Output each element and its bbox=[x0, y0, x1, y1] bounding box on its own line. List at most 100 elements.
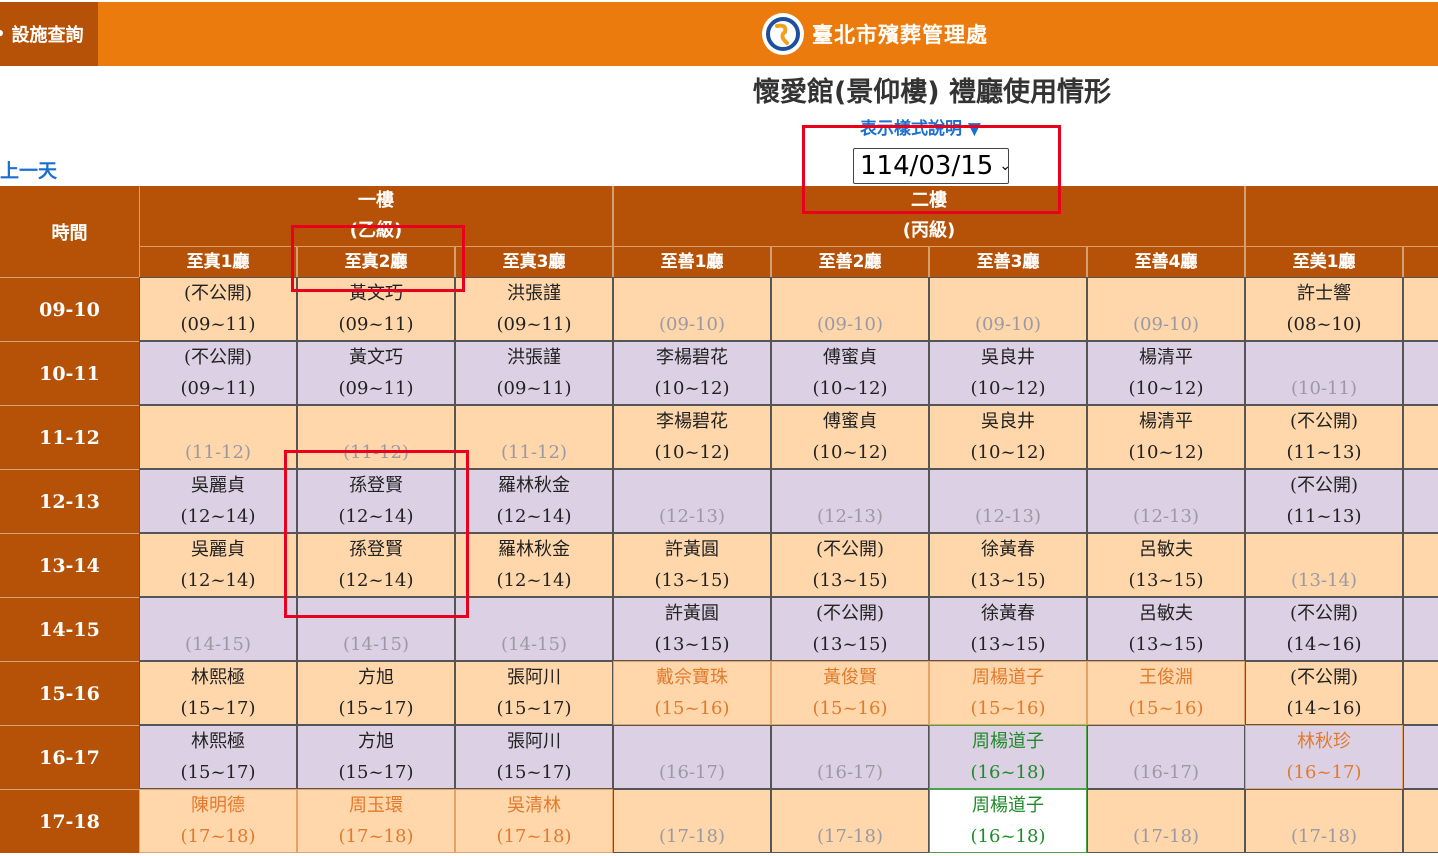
booking-cell[interactable]: 吳麗貞 (12~14) bbox=[139, 469, 297, 533]
empty-slot-cell[interactable]: (11-12) bbox=[455, 405, 613, 469]
booking-name: 許黃圓 bbox=[665, 603, 719, 624]
floor-header-2: 二樓 (丙級) bbox=[613, 186, 1245, 246]
empty-slot-cell[interactable]: (09-10) bbox=[613, 277, 771, 341]
empty-slot-cell[interactable]: (12-13) bbox=[929, 469, 1087, 533]
booking-cell[interactable]: 周玉環 (17~18) bbox=[297, 789, 455, 853]
empty-slot-cell[interactable]: (13-14) bbox=[1245, 533, 1403, 597]
booking-cell[interactable]: 傅蜜貞 (10~12) bbox=[771, 341, 929, 405]
booking-cell[interactable]: 羅林秋金 (12~14) bbox=[455, 469, 613, 533]
booking-cell[interactable]: 黃文巧 (09~11) bbox=[297, 341, 455, 405]
booking-name bbox=[1088, 790, 1244, 821]
booking-cell[interactable]: (不公開) (11~13) bbox=[1245, 405, 1403, 469]
booking-cell[interactable]: 王俊淵 (15~16) bbox=[1087, 661, 1245, 725]
empty-slot-cell[interactable]: (11-12) bbox=[297, 405, 455, 469]
booking-name bbox=[772, 790, 928, 821]
booking-cell[interactable]: 方旭 (15~17) bbox=[297, 725, 455, 789]
booking-cell[interactable]: 陳明德 (17~18) bbox=[139, 789, 297, 853]
hall-header: 至真1廳 bbox=[139, 246, 297, 277]
empty-slot-cell[interactable]: (12-13) bbox=[771, 469, 929, 533]
floor-name: 一樓 bbox=[358, 190, 394, 211]
empty-slot-cell[interactable]: (09-10) bbox=[771, 277, 929, 341]
hall-header: 至真3廳 bbox=[455, 246, 613, 277]
booking-name: 徐黃春 bbox=[981, 603, 1035, 624]
booking-cell[interactable]: 徐黃春 (13~15) bbox=[929, 533, 1087, 597]
booking-cell[interactable]: (不公開) (14~16) bbox=[1245, 597, 1403, 661]
booking-cell[interactable]: 徐黃春 (13~15) bbox=[929, 597, 1087, 661]
booking-cell[interactable]: 吳良井 (10~12) bbox=[929, 405, 1087, 469]
booking-name: 吳麗貞 bbox=[191, 539, 245, 560]
booking-cell[interactable]: 羅林秋金 (12~14) bbox=[455, 533, 613, 597]
date-select[interactable]: 114/03/15 ⌄ bbox=[853, 148, 1011, 184]
booking-cell[interactable]: 吳良井 (10~12) bbox=[929, 341, 1087, 405]
booking-cell[interactable]: 許黃圓 (13~15) bbox=[613, 533, 771, 597]
booking-time-range: (14-15) bbox=[501, 634, 567, 655]
empty-slot-cell[interactable]: (17-18) bbox=[1245, 789, 1403, 853]
empty-slot-cell[interactable]: (14-15) bbox=[139, 597, 297, 661]
booking-cell[interactable]: 李楊碧花 (10~12) bbox=[613, 341, 771, 405]
booking-time-range: (12-13) bbox=[975, 506, 1041, 527]
booking-name: 許黃圓 bbox=[665, 539, 719, 560]
empty-slot-cell[interactable]: (16-17) bbox=[613, 725, 771, 789]
booking-cell[interactable]: 楊清平 (10~12) bbox=[1087, 341, 1245, 405]
booking-time-range: (11-12) bbox=[501, 442, 567, 463]
booking-cell[interactable]: 李楊碧花 (10~12) bbox=[613, 405, 771, 469]
booking-name bbox=[298, 598, 454, 629]
booking-cell[interactable]: 林秋珍 (16~17) bbox=[1245, 725, 1403, 789]
booking-cell[interactable]: (不公開) (13~15) bbox=[771, 533, 929, 597]
booking-cell[interactable]: (不公開) (13~15) bbox=[771, 597, 929, 661]
booking-name: 羅林秋金 bbox=[498, 539, 570, 560]
booking-cell[interactable]: 洪張謹 (09~11) bbox=[455, 341, 613, 405]
facility-query-button[interactable]: • 設施查詢 bbox=[0, 2, 98, 66]
booking-cell[interactable]: 呂敏夫 (13~15) bbox=[1087, 597, 1245, 661]
empty-slot-cell[interactable]: (09-10) bbox=[1087, 277, 1245, 341]
booking-time-range: (11-12) bbox=[185, 442, 251, 463]
empty-slot-cell[interactable]: (17-18) bbox=[1087, 789, 1245, 853]
booking-cell[interactable]: 戴佘寶珠 (15~16) bbox=[613, 661, 771, 725]
booking-name bbox=[930, 470, 1086, 501]
booking-cell[interactable]: (不公開) (09~11) bbox=[139, 341, 297, 405]
booking-cell[interactable]: (不公開) (09~11) bbox=[139, 277, 297, 341]
booking-cell[interactable]: 林熙極 (15~17) bbox=[139, 725, 297, 789]
booking-cell[interactable]: 許士響 (08~10) bbox=[1245, 277, 1403, 341]
booking-cell[interactable]: 張阿川 (15~17) bbox=[455, 661, 613, 725]
booking-cell[interactable]: 方旭 (15~17) bbox=[297, 661, 455, 725]
booking-cell[interactable]: 林熙極 (15~17) bbox=[139, 661, 297, 725]
booking-cell[interactable]: 黃文巧 (09~11) bbox=[297, 277, 455, 341]
booking-cell[interactable]: 許黃圓 (13~15) bbox=[613, 597, 771, 661]
booking-cell[interactable]: 楊清平 (10~12) bbox=[1087, 405, 1245, 469]
empty-slot-cell[interactable]: (11-12) bbox=[139, 405, 297, 469]
booking-cell[interactable]: 周楊道子 (16~18) bbox=[929, 725, 1087, 789]
booking-cell[interactable]: 孫登賢 (12~14) bbox=[297, 533, 455, 597]
empty-slot-cell[interactable]: (17-18) bbox=[771, 789, 929, 853]
empty-slot-cell[interactable]: (14-15) bbox=[455, 597, 613, 661]
empty-slot-cell[interactable]: (17-18) bbox=[613, 789, 771, 853]
booking-time-range: (15~17) bbox=[180, 762, 256, 783]
previous-day-link[interactable]: 上一天 bbox=[0, 156, 57, 183]
offscreen-cell bbox=[1403, 277, 1438, 341]
booking-name: 李楊碧花 bbox=[656, 411, 728, 432]
booking-name: 林熙極 bbox=[191, 667, 245, 688]
booking-cell[interactable]: 洪張謹 (09~11) bbox=[455, 277, 613, 341]
booking-cell[interactable]: 吳麗貞 (12~14) bbox=[139, 533, 297, 597]
empty-slot-cell[interactable]: (16-17) bbox=[771, 725, 929, 789]
empty-slot-cell[interactable]: (12-13) bbox=[1087, 469, 1245, 533]
booking-cell[interactable]: 傅蜜貞 (10~12) bbox=[771, 405, 929, 469]
booking-cell[interactable]: 呂敏夫 (13~15) bbox=[1087, 533, 1245, 597]
booking-cell[interactable]: 周楊道子 (15~16) bbox=[929, 661, 1087, 725]
booking-cell[interactable]: (不公開) (14~16) bbox=[1245, 661, 1403, 725]
booking-cell[interactable]: 張阿川 (15~17) bbox=[455, 725, 613, 789]
booking-cell[interactable]: 黃俊賢 (15~16) bbox=[771, 661, 929, 725]
booking-cell[interactable]: 吳清林 (17~18) bbox=[455, 789, 613, 853]
empty-slot-cell[interactable]: (12-13) bbox=[613, 469, 771, 533]
empty-slot-cell[interactable]: (10-11) bbox=[1245, 341, 1403, 405]
legend-toggle-link[interactable]: 表示樣式說明 ▼ bbox=[860, 114, 981, 139]
booking-time-range: (10~12) bbox=[970, 378, 1046, 399]
booking-time-range: (12~14) bbox=[180, 570, 256, 591]
empty-slot-cell[interactable]: (16-17) bbox=[1087, 725, 1245, 789]
booking-cell[interactable]: 孫登賢 (12~14) bbox=[297, 469, 455, 533]
empty-slot-cell[interactable]: (09-10) bbox=[929, 277, 1087, 341]
empty-slot-cell[interactable]: (14-15) bbox=[297, 597, 455, 661]
booking-cell[interactable]: (不公開) (11~13) bbox=[1245, 469, 1403, 533]
booking-cell[interactable]: 周楊道子 (16~18) bbox=[929, 789, 1087, 853]
hall-header: 至善3廳 bbox=[929, 246, 1087, 277]
